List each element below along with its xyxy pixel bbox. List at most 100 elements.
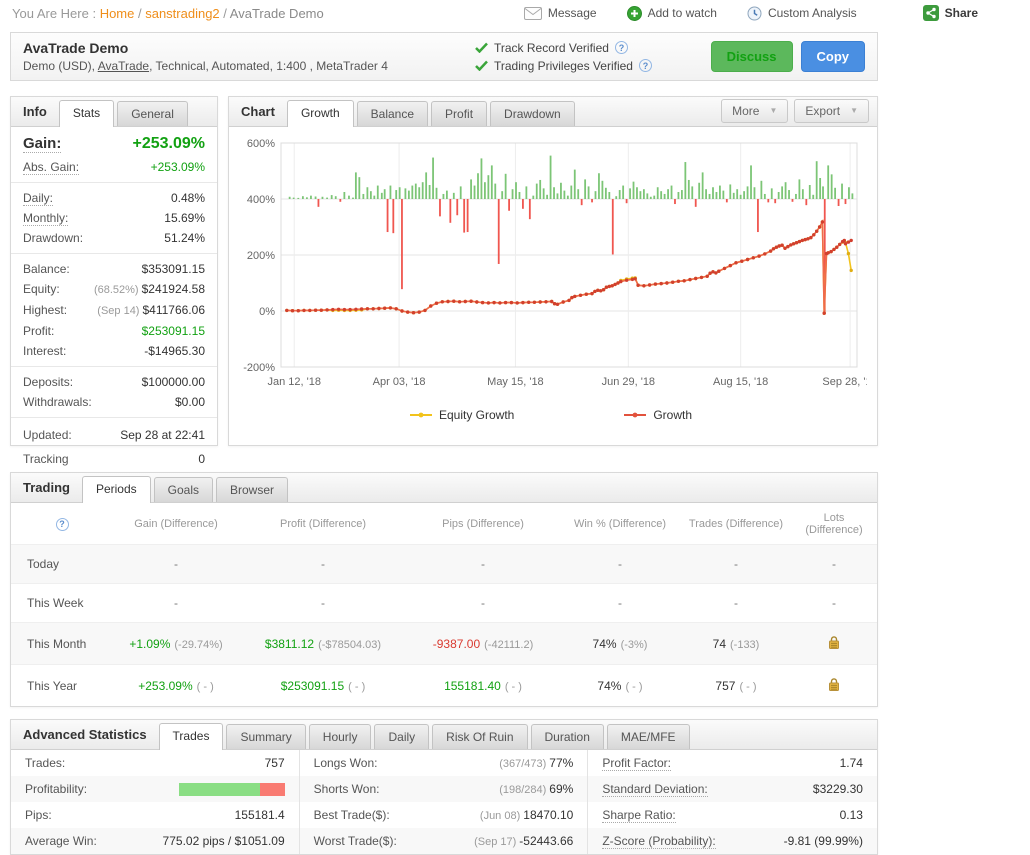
divider	[11, 253, 217, 254]
tab-balance[interactable]: Balance	[357, 101, 428, 126]
more-button[interactable]: More ▼	[721, 99, 788, 123]
svg-text:200%: 200%	[247, 250, 275, 262]
custom-analysis-button[interactable]: Custom Analysis	[747, 6, 857, 21]
trading-panel-title: Trading	[19, 480, 82, 502]
info-row: Gain:+253.09%	[23, 131, 205, 157]
add-to-watch-label: Add to watch	[648, 6, 717, 20]
legend-item-growth[interactable]: Growth	[624, 408, 692, 422]
info-row-value: +253.09%	[132, 131, 205, 157]
stat-longs-won: Longs Won:(367/473)77%	[300, 750, 589, 776]
help-icon[interactable]: ?	[615, 41, 628, 54]
info-tabs: StatsGeneral	[59, 100, 188, 126]
svg-text:-200%: -200%	[243, 362, 275, 374]
period-cell: 757( - )	[681, 665, 791, 707]
tab-profit[interactable]: Profit	[431, 101, 487, 126]
cell-difference: ( - )	[197, 681, 214, 693]
breadcrumb-prefix: You Are Here :	[12, 6, 100, 21]
stat-profitability: Profitability:	[11, 776, 300, 802]
table-row-this-week: This Week------	[11, 584, 877, 623]
breadcrumb-home-link[interactable]: Home	[100, 6, 135, 21]
period-cell: -	[239, 545, 407, 584]
tab-drawdown[interactable]: Drawdown	[490, 101, 575, 126]
stat-worst-trade: Worst Trade($):(Sep 17)-52443.66	[300, 828, 589, 854]
lock-icon	[828, 677, 840, 691]
tab-trades[interactable]: Trades	[159, 723, 224, 750]
cell-difference: ( - )	[505, 681, 522, 693]
legend-item-equity-growth[interactable]: Equity Growth	[410, 408, 514, 422]
discuss-button[interactable]: Discuss	[711, 41, 793, 72]
tab-hourly[interactable]: Hourly	[309, 724, 372, 749]
chart-body: 600%400%200%0%-200%Jan 12, '18Apr 03, '1…	[229, 127, 877, 422]
verified-block: Track Record Verified ? Trading Privileg…	[475, 41, 711, 73]
tab-periods[interactable]: Periods	[82, 476, 151, 503]
broker-link[interactable]: AvaTrade	[98, 59, 149, 73]
tab-growth[interactable]: Growth	[287, 100, 354, 127]
svg-text:Jan 12, '18: Jan 12, '18	[268, 376, 321, 388]
breadcrumb: You Are Here : Home / sanstrading2 / Ava…	[12, 6, 324, 21]
period-cell: 74% ( - )	[559, 665, 681, 707]
cell-difference: ( - )	[625, 681, 642, 693]
tab-goals[interactable]: Goals	[154, 477, 213, 502]
info-row-value: $353091.15	[142, 259, 205, 279]
info-panel-title: Info	[19, 104, 59, 126]
legend-label: Equity Growth	[439, 408, 514, 422]
periods-table-header: ?Gain (Difference)Profit (Difference)Pip…	[11, 503, 877, 545]
add-to-watch-button[interactable]: Add to watch	[627, 6, 717, 21]
stat-value: (198/284)69%	[499, 782, 573, 796]
envelope-icon	[524, 7, 542, 20]
svg-text:May 15, '18: May 15, '18	[487, 376, 544, 388]
tab-duration[interactable]: Duration	[531, 724, 604, 749]
legend-line-icon	[410, 411, 432, 419]
share-button[interactable]: Share	[923, 5, 978, 21]
more-label: More	[732, 104, 759, 118]
stat-value: 1.74	[840, 756, 863, 770]
period-cell	[791, 665, 877, 707]
share-label: Share	[945, 6, 978, 20]
stat-shorts-won: Shorts Won:(198/284)69%	[300, 776, 589, 802]
custom-analysis-label: Custom Analysis	[768, 6, 857, 20]
tab-stats[interactable]: Stats	[59, 100, 114, 127]
column-header-profit-difference: Profit (Difference)	[239, 503, 407, 545]
message-button[interactable]: Message	[524, 6, 597, 20]
info-row: Highest:(Sep 14)$411766.06	[23, 300, 205, 321]
cell-value: 74%	[593, 637, 617, 651]
info-row-value: +253.09%	[151, 157, 205, 177]
info-row-label: Balance:	[23, 259, 70, 279]
period-label: Today	[11, 545, 113, 584]
help-icon[interactable]: ?	[56, 518, 69, 531]
stat-sharpe-ratio: Sharpe Ratio:0.13	[588, 802, 877, 828]
tab-general[interactable]: General	[117, 101, 188, 126]
message-label: Message	[548, 6, 597, 20]
stat-label: Standard Deviation:	[602, 782, 707, 796]
tab-mae-mfe[interactable]: MAE/MFE	[607, 724, 690, 749]
cell-value: 74%	[597, 679, 621, 693]
periods-table: ?Gain (Difference)Profit (Difference)Pip…	[11, 503, 877, 706]
period-cell: -	[681, 584, 791, 623]
period-cell: -	[559, 545, 681, 584]
help-icon[interactable]: ?	[639, 59, 652, 72]
export-button[interactable]: Export ▼	[794, 99, 869, 123]
empty-value: -	[174, 596, 178, 610]
advanced-stats-panel: Advanced Statistics TradesSummaryHourlyD…	[10, 719, 878, 855]
period-cell: -	[791, 584, 877, 623]
account-subtitle: Demo (USD), AvaTrade, Technical, Automat…	[23, 59, 475, 73]
stat-label: Longs Won:	[314, 756, 378, 770]
tab-summary[interactable]: Summary	[226, 724, 305, 749]
cell-value: 155181.40	[444, 679, 501, 693]
table-row-today: Today------	[11, 545, 877, 584]
breadcrumb-sep2: /	[220, 6, 230, 21]
info-row-label: Equity:	[23, 279, 60, 299]
period-cell: -	[407, 545, 559, 584]
breadcrumb-user-link[interactable]: sanstrading2	[145, 6, 219, 21]
copy-button[interactable]: Copy	[801, 41, 866, 72]
stat-label: Profit Factor:	[602, 756, 671, 770]
plus-circle-icon	[627, 6, 642, 21]
info-row-value: 0.48%	[171, 188, 205, 208]
tab-risk-of-ruin[interactable]: Risk Of Ruin	[432, 724, 527, 749]
info-panel: Info StatsGeneral Gain:+253.09%Abs. Gain…	[10, 96, 218, 446]
tab-daily[interactable]: Daily	[374, 724, 429, 749]
tab-browser[interactable]: Browser	[216, 477, 288, 502]
trading-privileges-verified: Trading Privileges Verified ?	[475, 59, 711, 73]
svg-text:Sep 28, '18: Sep 28, '18	[822, 376, 867, 388]
column-header-trades-difference: Trades (Difference)	[681, 503, 791, 545]
